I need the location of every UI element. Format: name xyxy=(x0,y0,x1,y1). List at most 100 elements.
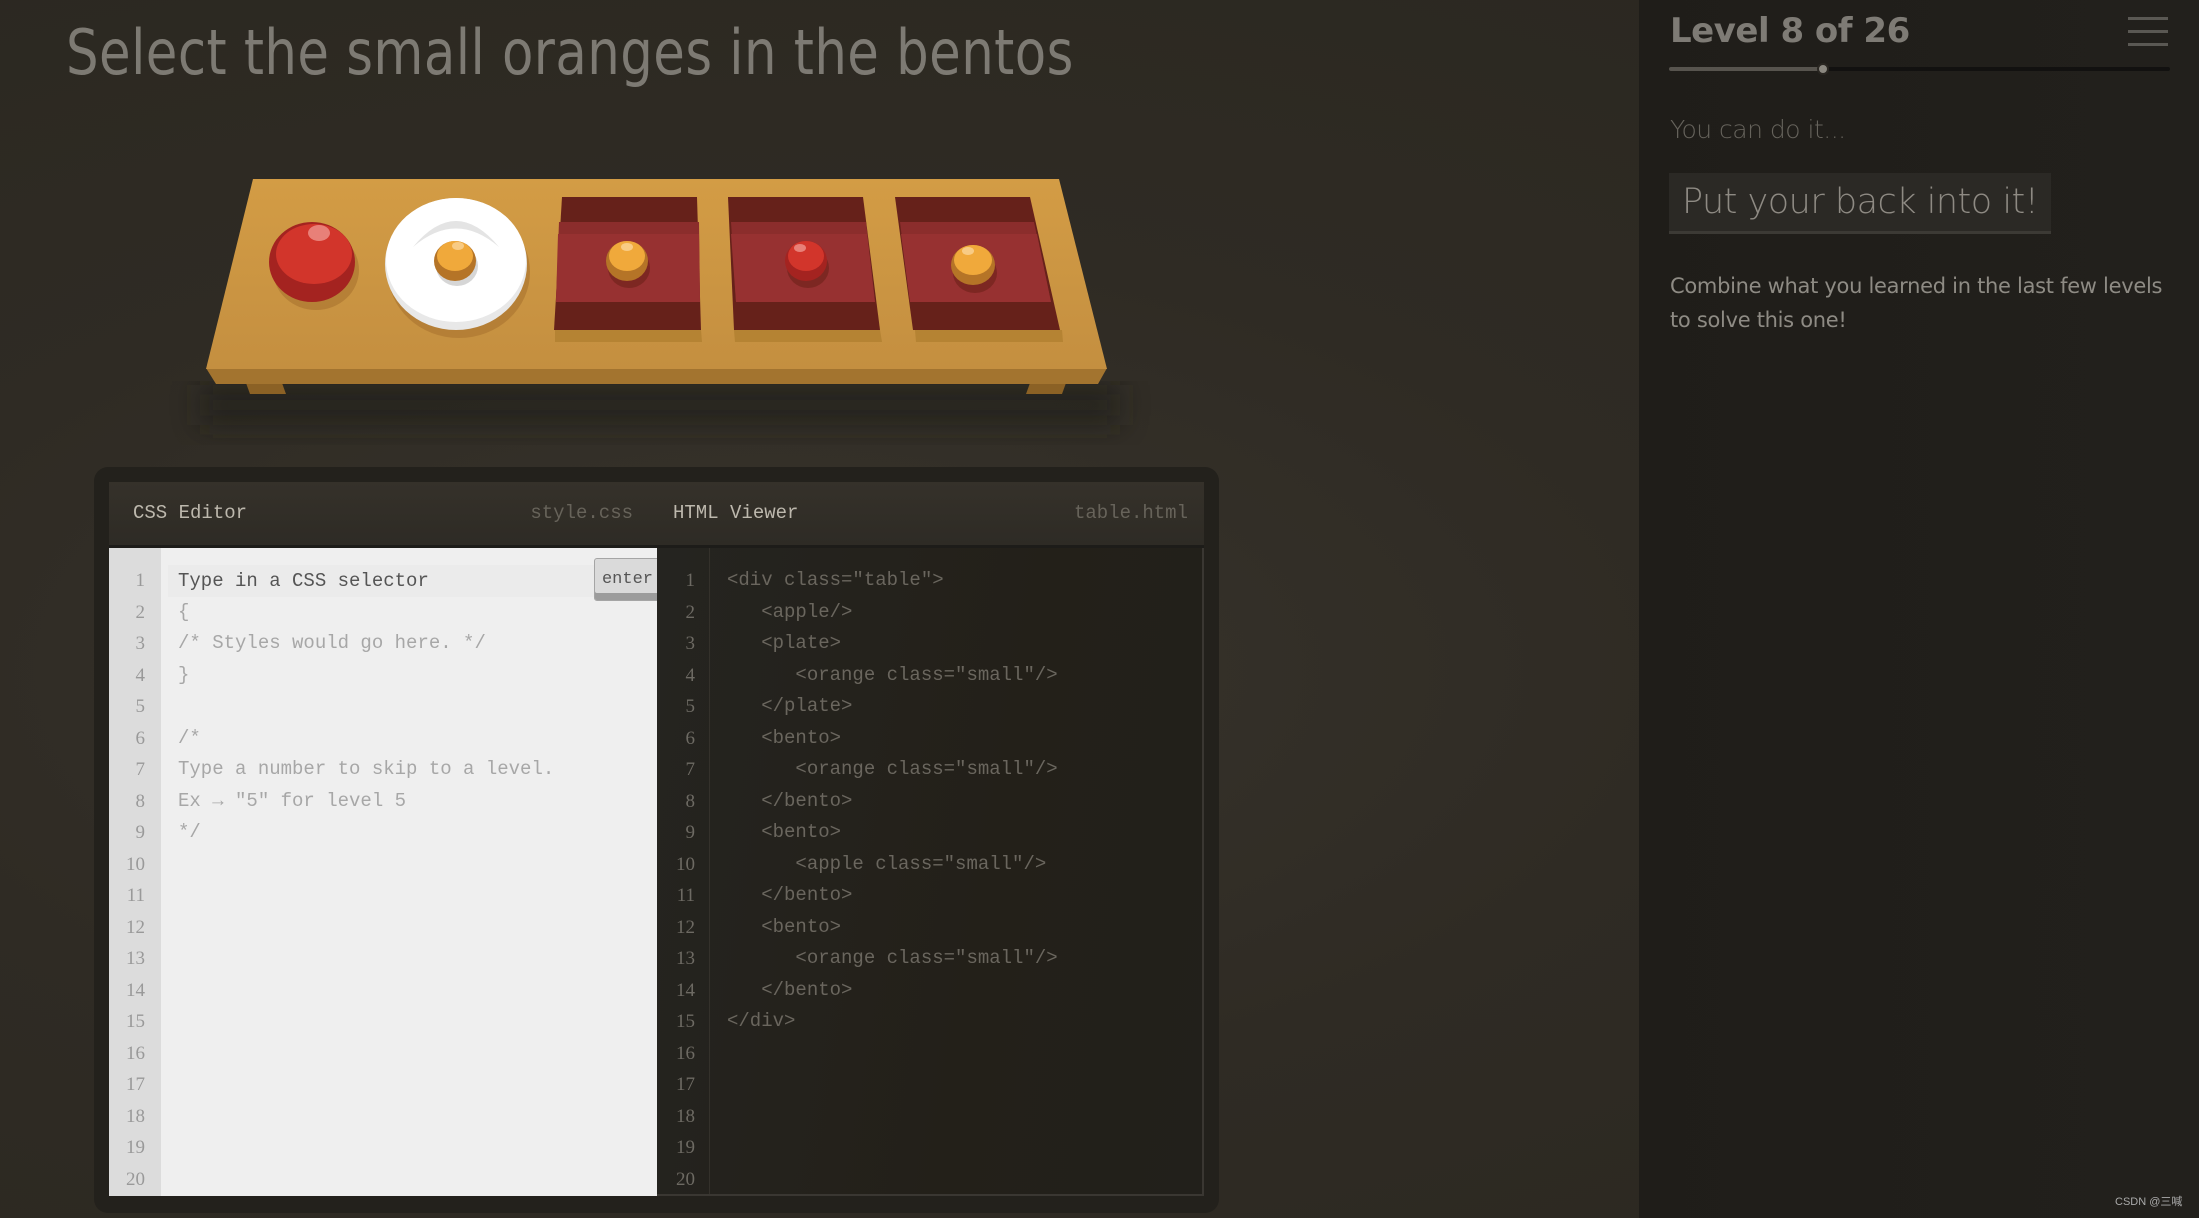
level-progress-fill xyxy=(1669,67,1824,71)
html-viewer-body: 1 2 3 4 5 6 7 8 9 10 11 12 13 14 15 16 17 18 19 20 <div cla… xyxy=(657,548,1204,1196)
code-line: /* Styles would go here. */ xyxy=(178,632,486,654)
html-viewer-title: HTML Viewer xyxy=(673,502,799,524)
line-number: 20 xyxy=(126,1168,145,1190)
line-number: 3 xyxy=(135,633,146,654)
line-number: 20 xyxy=(676,1168,695,1190)
css-filename: style.css xyxy=(530,502,633,524)
line-number: 5 xyxy=(685,696,696,717)
table-leg-left xyxy=(246,383,286,394)
line-number: 5 xyxy=(135,696,146,717)
code-line: <orange class="small"/> xyxy=(727,758,1058,780)
line-number: 11 xyxy=(126,885,145,906)
line-number: 1 xyxy=(685,570,696,591)
code-line: { xyxy=(178,600,190,623)
code-line: </bento> xyxy=(727,789,853,812)
table-front-edge xyxy=(206,368,1107,384)
code-line: <div class="table"> xyxy=(727,569,944,591)
line-number: 12 xyxy=(126,916,145,938)
line-number: 7 xyxy=(685,759,696,780)
line-number: 8 xyxy=(685,790,696,812)
line-number: 16 xyxy=(126,1042,145,1064)
line-number: 14 xyxy=(676,979,695,1001)
code-line: <bento> xyxy=(727,726,842,749)
css-editor-header: CSS Editor style.css xyxy=(109,482,657,548)
code-line: <bento> xyxy=(727,821,842,843)
css-editor-body: 1234567891011121314151617181920 {/* Styl… xyxy=(109,548,657,1196)
line-number: 8 xyxy=(135,790,146,812)
line-number: 14 xyxy=(126,979,145,1001)
html-line-numbers: 1 2 3 4 5 6 7 8 9 10 11 12 13 14 15 16 17 18 19 20 xyxy=(657,548,710,1194)
bento[interactable] xyxy=(728,197,882,342)
line-number: 19 xyxy=(126,1137,145,1158)
level-progress-knob xyxy=(1817,63,1830,75)
line-number: 12 xyxy=(676,916,695,938)
line-number: 18 xyxy=(676,1105,695,1127)
css-line-numbers: 1 2 3 4 5 6 7 8 9 10 11 12 13 14 15 16 17 18 19 20 xyxy=(109,548,161,1196)
line-number: 17 xyxy=(126,1074,145,1095)
level-description: Combine what you learned in the last few… xyxy=(1670,274,2163,332)
line-number: 10 xyxy=(676,853,695,875)
line-number: 3 xyxy=(685,633,696,654)
bento[interactable] xyxy=(554,197,702,342)
line-number: 13 xyxy=(676,948,695,969)
hint-label: You can do it... xyxy=(1670,115,1846,144)
hamburger-menu-icon[interactable] xyxy=(2128,15,2170,49)
code-line: </div> xyxy=(727,1010,796,1032)
line-number: 9 xyxy=(685,822,696,843)
code-line: Type a number to skip to a level. xyxy=(178,758,555,780)
css-code-lines: { /* Styles would go here. */} /* Type a nu… xyxy=(178,565,554,1195)
level-indicator: Level 8 of 26 xyxy=(1670,11,1910,51)
line-number: 4 xyxy=(135,664,146,686)
table-leg-right xyxy=(1026,383,1066,394)
css-editor-title: CSS Editor xyxy=(133,502,248,524)
code-line: <orange class="small"/> xyxy=(727,663,1058,686)
code-line: <plate> xyxy=(727,632,842,654)
line-number: 1 xyxy=(135,570,146,591)
code-line: </bento> xyxy=(727,978,853,1001)
code-line: } xyxy=(178,663,190,686)
watermark: CSDN @三喊 xyxy=(2115,1196,2183,1208)
code-line: <apple/> xyxy=(727,600,853,623)
html-filename: table.html xyxy=(1073,502,1188,524)
table-shadow xyxy=(200,385,1120,425)
sidebar: Level 8 of 26 You can do it... Put your … xyxy=(1639,0,2199,1218)
code-line: <bento> xyxy=(727,915,842,938)
line-number: 9 xyxy=(135,822,146,843)
line-number: 2 xyxy=(135,601,146,623)
line-number: 13 xyxy=(126,948,145,969)
line-number: 15 xyxy=(126,1011,145,1032)
code-line: </bento> xyxy=(727,884,853,906)
code-line: */ xyxy=(178,821,201,843)
html-code-lines: <div class="table"> <apple/> <plate> <or… xyxy=(727,565,1058,1195)
code-line: <apple class="small"/> xyxy=(727,852,1047,875)
line-number: 17 xyxy=(676,1074,695,1095)
line-number: 19 xyxy=(676,1137,695,1158)
line-number: 6 xyxy=(685,727,696,749)
line-number: 18 xyxy=(126,1105,145,1127)
enter-button[interactable]: enter xyxy=(594,558,657,601)
line-number: 2 xyxy=(685,601,696,623)
code-line: </plate> xyxy=(727,695,853,717)
code-line: /* xyxy=(178,726,201,749)
line-number: 4 xyxy=(685,664,696,686)
table-scene xyxy=(200,179,1120,425)
editor-window: CSS Editor style.css HTML Viewer table.h… xyxy=(94,467,1219,1213)
line-number: 7 xyxy=(135,759,146,780)
line-number: 16 xyxy=(676,1042,695,1064)
